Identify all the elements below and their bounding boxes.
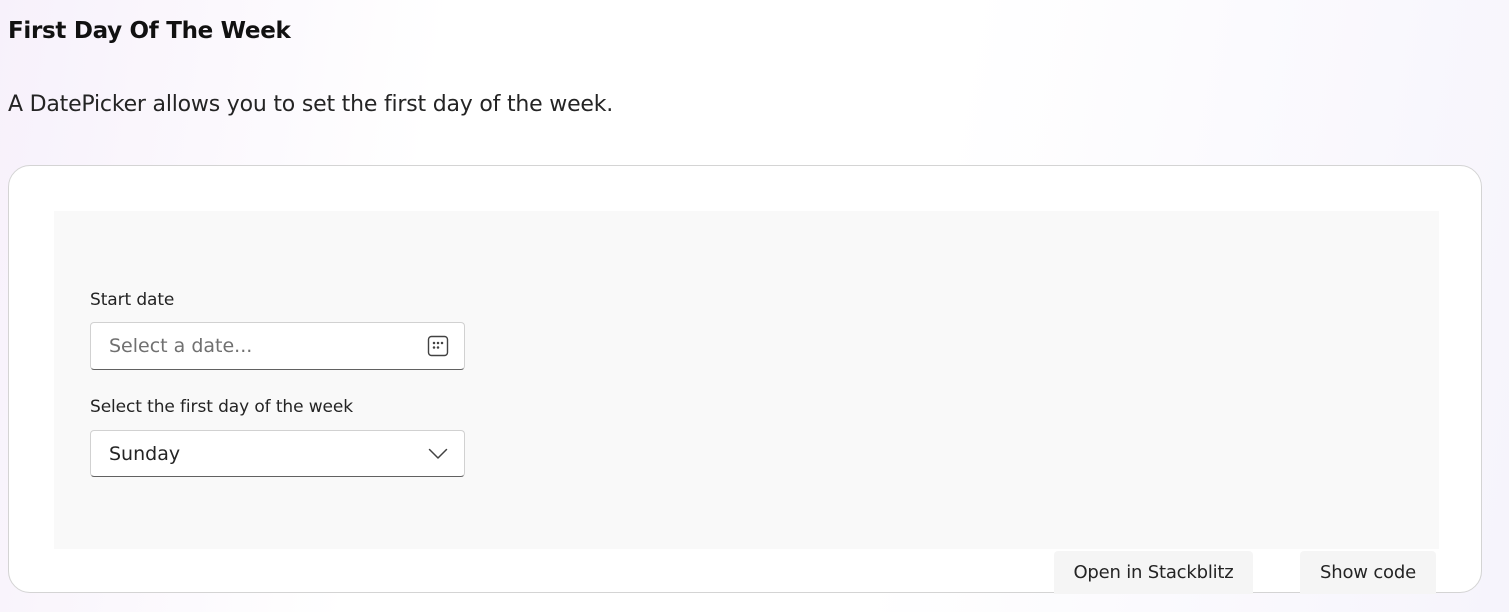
- section-title: First Day Of The Week: [8, 18, 291, 44]
- show-code-button[interactable]: Show code: [1300, 551, 1436, 594]
- first-day-selected-value: Sunday: [109, 442, 181, 465]
- start-date-input[interactable]: [109, 335, 426, 357]
- calendar-icon[interactable]: [426, 334, 450, 358]
- chevron-down-icon: [426, 442, 450, 466]
- first-day-dropdown[interactable]: Sunday: [90, 430, 465, 477]
- start-date-label: Start date: [90, 290, 175, 310]
- open-in-stackblitz-button[interactable]: Open in Stackblitz: [1054, 551, 1253, 594]
- example-preview: Start date Select the first day of the w…: [54, 211, 1439, 549]
- start-date-picker[interactable]: [90, 322, 465, 370]
- example-card: Start date Select the first day of the w…: [8, 165, 1482, 594]
- section-description: A DatePicker allows you to set the first…: [8, 92, 614, 117]
- first-day-label: Select the first day of the week: [90, 397, 354, 417]
